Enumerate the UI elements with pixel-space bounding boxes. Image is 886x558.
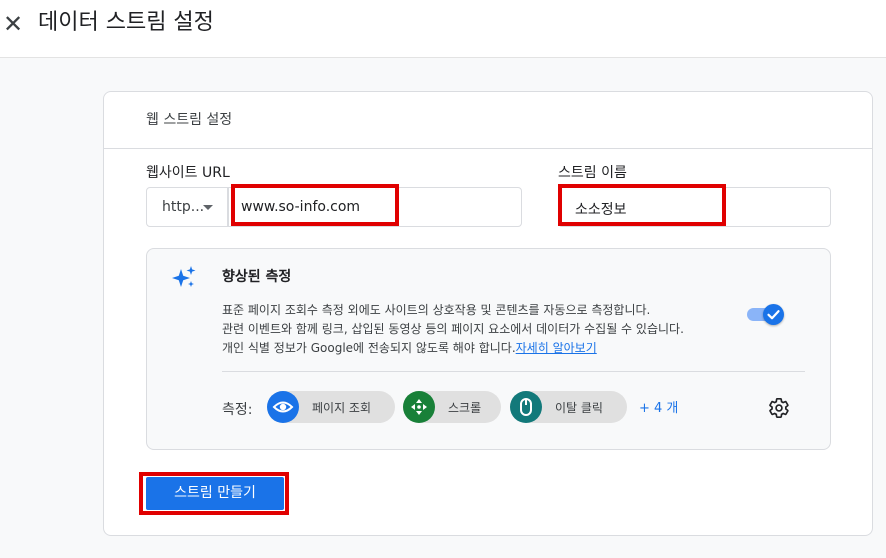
- measure-label: 측정:: [222, 402, 253, 418]
- chip-label: 페이지 조회: [312, 401, 372, 415]
- chip-page-view[interactable]: 페이지 조회: [267, 391, 395, 423]
- enhanced-measurement-toggle[interactable]: [747, 304, 785, 325]
- toggle-knob: [763, 304, 784, 325]
- chevron-down-icon: [203, 205, 213, 210]
- eye-icon: [267, 391, 299, 423]
- mouse-icon: [510, 391, 542, 423]
- website-url-label: 웹사이트 URL: [146, 165, 230, 181]
- page-title: 데이터 스트림 설정: [38, 10, 214, 35]
- website-url-value: www.so-info.com: [241, 199, 361, 215]
- chip-label: 스크롤: [448, 401, 482, 415]
- create-stream-button[interactable]: 스트림 만들기: [146, 477, 284, 510]
- enhanced-measurement-panel: 향상된 측정 표준 페이지 조회수 측정 외에도 사이트의 상호작용 및 콘텐츠…: [146, 248, 831, 450]
- description-line-3: 개인 식별 정보가 Google에 전송되지 않도록 해야 합니다.자세히 알아…: [222, 339, 762, 358]
- stream-name-value: 소소정보: [575, 202, 627, 218]
- chip-scroll[interactable]: 스크롤: [403, 391, 501, 423]
- stream-name-input[interactable]: 소소정보: [558, 187, 831, 227]
- description-line-1: 표준 페이지 조회수 측정 외에도 사이트의 상호작용 및 콘텐츠를 자동으로 …: [222, 303, 651, 317]
- enhanced-measurement-title: 향상된 측정: [222, 269, 292, 285]
- website-url-input[interactable]: www.so-info.com: [228, 187, 522, 227]
- close-icon[interactable]: ✕: [2, 10, 24, 38]
- scroll-arrows-icon: [403, 391, 435, 423]
- learn-more-link[interactable]: 자세히 알아보기: [516, 341, 597, 355]
- sparkle-icon: [172, 266, 196, 287]
- card-title: 웹 스트림 설정: [146, 112, 233, 128]
- description-line-3-text: 개인 식별 정보가 Google에 전송되지 않도록 해야 합니다.: [222, 341, 516, 355]
- chip-label: 이탈 클릭: [555, 401, 603, 415]
- top-bar: ✕ 데이터 스트림 설정: [0, 0, 886, 58]
- check-icon: [767, 310, 780, 320]
- gear-icon[interactable]: [768, 397, 790, 419]
- more-measurements-link[interactable]: + 4 개: [639, 397, 678, 416]
- web-stream-settings-card: 웹 스트림 설정 웹사이트 URL http... www.so-info.co…: [103, 91, 873, 536]
- enhanced-measurement-description: 표준 페이지 조회수 측정 외에도 사이트의 상호작용 및 콘텐츠를 자동으로 …: [222, 301, 762, 358]
- panel-divider: [222, 371, 805, 372]
- protocol-value: http...: [162, 199, 205, 215]
- stream-name-label: 스트림 이름: [558, 165, 627, 181]
- protocol-select[interactable]: http...: [146, 187, 228, 227]
- description-line-2: 관련 이벤트와 함께 링크, 삽입된 동영상 등의 페이지 요소에서 데이터가 …: [222, 322, 684, 336]
- card-header: 웹 스트림 설정: [104, 92, 872, 149]
- chip-outbound-click[interactable]: 이탈 클릭: [510, 391, 627, 423]
